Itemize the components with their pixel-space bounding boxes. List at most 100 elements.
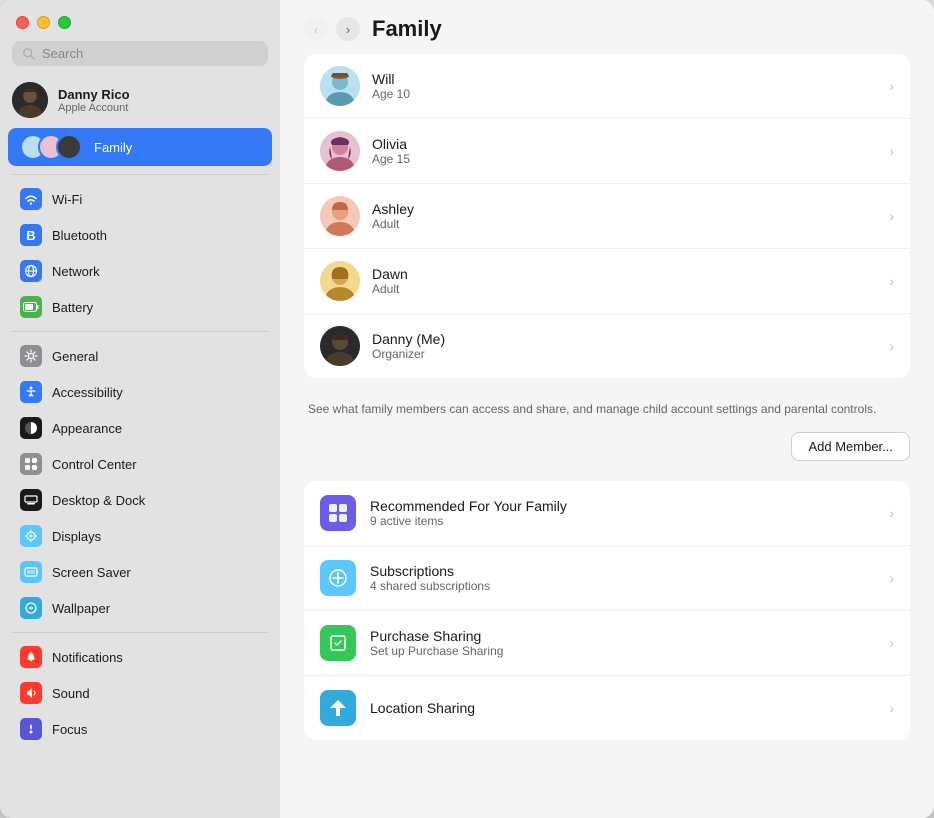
sidebar-item-accessibility[interactable]: Accessibility xyxy=(8,375,272,409)
search-box[interactable]: Search xyxy=(12,41,268,66)
member-avatar-olivia xyxy=(320,131,360,171)
wifi-icon xyxy=(20,188,42,210)
sidebar-item-focus[interactable]: Focus xyxy=(8,712,272,746)
chevron-subscriptions: › xyxy=(889,570,894,586)
sidebar-item-wallpaper[interactable]: Wallpaper xyxy=(8,591,272,625)
member-item-will[interactable]: Will Age 10 › xyxy=(304,54,910,119)
recommended-detail: 9 active items xyxy=(370,514,875,528)
control-center-icon xyxy=(20,453,42,475)
member-name-danny: Danny (Me) xyxy=(372,331,877,347)
chevron-olivia: › xyxy=(889,143,894,159)
main-scroll-area: Will Age 10 › xyxy=(280,54,934,818)
sidebar-label-screen-saver: Screen Saver xyxy=(52,565,131,580)
sidebar-label-desktop-dock: Desktop & Dock xyxy=(52,493,145,508)
member-avatar-will xyxy=(320,66,360,106)
member-info-dawn: Dawn Adult xyxy=(372,266,877,296)
subscriptions-detail: 4 shared subscriptions xyxy=(370,579,875,593)
back-button[interactable]: ‹ xyxy=(304,17,328,41)
feature-item-purchase-sharing[interactable]: Purchase Sharing Set up Purchase Sharing… xyxy=(304,611,910,676)
sidebar-label-bluetooth: Bluetooth xyxy=(52,228,107,243)
account-avatar xyxy=(12,82,48,118)
sidebar-item-battery[interactable]: Battery xyxy=(8,290,272,324)
sidebar: Search Danny Rico Apple Account xyxy=(0,0,280,818)
sidebar-item-screen-saver[interactable]: Screen Saver xyxy=(8,555,272,589)
sidebar-item-wifi[interactable]: Wi-Fi xyxy=(8,182,272,216)
member-info-ashley: Ashley Adult xyxy=(372,201,877,231)
close-button[interactable] xyxy=(16,16,29,29)
sidebar-item-bluetooth[interactable]: B Bluetooth xyxy=(8,218,272,252)
member-detail-dawn: Adult xyxy=(372,282,877,296)
sidebar-item-control-center[interactable]: Control Center xyxy=(8,447,272,481)
forward-button[interactable]: › xyxy=(336,17,360,41)
feature-item-recommended[interactable]: Recommended For Your Family 9 active ite… xyxy=(304,481,910,546)
sidebar-label-displays: Displays xyxy=(52,529,101,544)
battery-icon xyxy=(20,296,42,318)
feature-item-subscriptions[interactable]: Subscriptions 4 shared subscriptions › xyxy=(304,546,910,611)
family-avatars xyxy=(20,134,74,160)
member-info-danny: Danny (Me) Organizer xyxy=(372,331,877,361)
main-content: ‹ › Family xyxy=(280,0,934,818)
location-sharing-name: Location Sharing xyxy=(370,700,875,716)
sidebar-item-appearance[interactable]: Appearance xyxy=(8,411,272,445)
sidebar-item-notifications[interactable]: Notifications xyxy=(8,640,272,674)
member-detail-olivia: Age 15 xyxy=(372,152,877,166)
general-icon xyxy=(20,345,42,367)
sidebar-label-appearance: Appearance xyxy=(52,421,122,436)
sidebar-item-network[interactable]: Network xyxy=(8,254,272,288)
member-item-danny[interactable]: Danny (Me) Organizer › xyxy=(304,314,910,378)
chevron-dawn: › xyxy=(889,273,894,289)
account-section[interactable]: Danny Rico Apple Account xyxy=(0,74,280,126)
recommended-name: Recommended For Your Family xyxy=(370,498,875,514)
accessibility-icon xyxy=(20,381,42,403)
sidebar-family-label: Family xyxy=(94,140,132,155)
add-member-button[interactable]: Add Member... xyxy=(791,432,910,461)
recommended-icon xyxy=(320,495,356,531)
account-name: Danny Rico xyxy=(58,87,130,102)
desktop-dock-icon xyxy=(20,489,42,511)
member-name-will: Will xyxy=(372,71,877,87)
sidebar-label-focus: Focus xyxy=(52,722,87,737)
member-item-dawn[interactable]: Dawn Adult › xyxy=(304,249,910,314)
page-title: Family xyxy=(372,16,442,42)
sidebar-item-sound[interactable]: Sound xyxy=(8,676,272,710)
member-info-olivia: Olivia Age 15 xyxy=(372,136,877,166)
member-avatar-danny xyxy=(320,326,360,366)
sidebar-label-wifi: Wi-Fi xyxy=(52,192,82,207)
member-info-will: Will Age 10 xyxy=(372,71,877,101)
screen-saver-icon xyxy=(20,561,42,583)
member-item-olivia[interactable]: Olivia Age 15 › xyxy=(304,119,910,184)
chevron-purchase-sharing: › xyxy=(889,635,894,651)
sidebar-divider-3 xyxy=(12,632,268,633)
sidebar-label-wallpaper: Wallpaper xyxy=(52,601,110,616)
member-item-ashley[interactable]: Ashley Adult › xyxy=(304,184,910,249)
sidebar-label-battery: Battery xyxy=(52,300,93,315)
notifications-icon xyxy=(20,646,42,668)
sidebar-item-general[interactable]: General xyxy=(8,339,272,373)
subscriptions-name: Subscriptions xyxy=(370,563,875,579)
sidebar-item-displays[interactable]: Displays xyxy=(8,519,272,553)
sidebar-label-accessibility: Accessibility xyxy=(52,385,123,400)
minimize-button[interactable] xyxy=(37,16,50,29)
location-sharing-icon xyxy=(320,690,356,726)
chevron-ashley: › xyxy=(889,208,894,224)
chevron-will: › xyxy=(889,78,894,94)
member-name-ashley: Ashley xyxy=(372,201,877,217)
features-container: Recommended For Your Family 9 active ite… xyxy=(304,481,910,740)
sidebar-divider-2 xyxy=(12,331,268,332)
search-placeholder: Search xyxy=(42,46,83,61)
member-avatar-ashley xyxy=(320,196,360,236)
sidebar-divider-1 xyxy=(12,174,268,175)
sidebar-item-family[interactable]: Family xyxy=(8,128,272,166)
sidebar-item-desktop-dock[interactable]: Desktop & Dock xyxy=(8,483,272,517)
system-settings-window: Search Danny Rico Apple Account xyxy=(0,0,934,818)
account-subtitle: Apple Account xyxy=(58,102,130,114)
maximize-button[interactable] xyxy=(58,16,71,29)
focus-icon xyxy=(20,718,42,740)
member-name-dawn: Dawn xyxy=(372,266,877,282)
members-container: Will Age 10 › xyxy=(304,54,910,378)
bluetooth-icon: B xyxy=(20,224,42,246)
member-detail-ashley: Adult xyxy=(372,217,877,231)
displays-icon xyxy=(20,525,42,547)
feature-item-location-sharing[interactable]: Location Sharing › xyxy=(304,676,910,740)
sound-icon xyxy=(20,682,42,704)
